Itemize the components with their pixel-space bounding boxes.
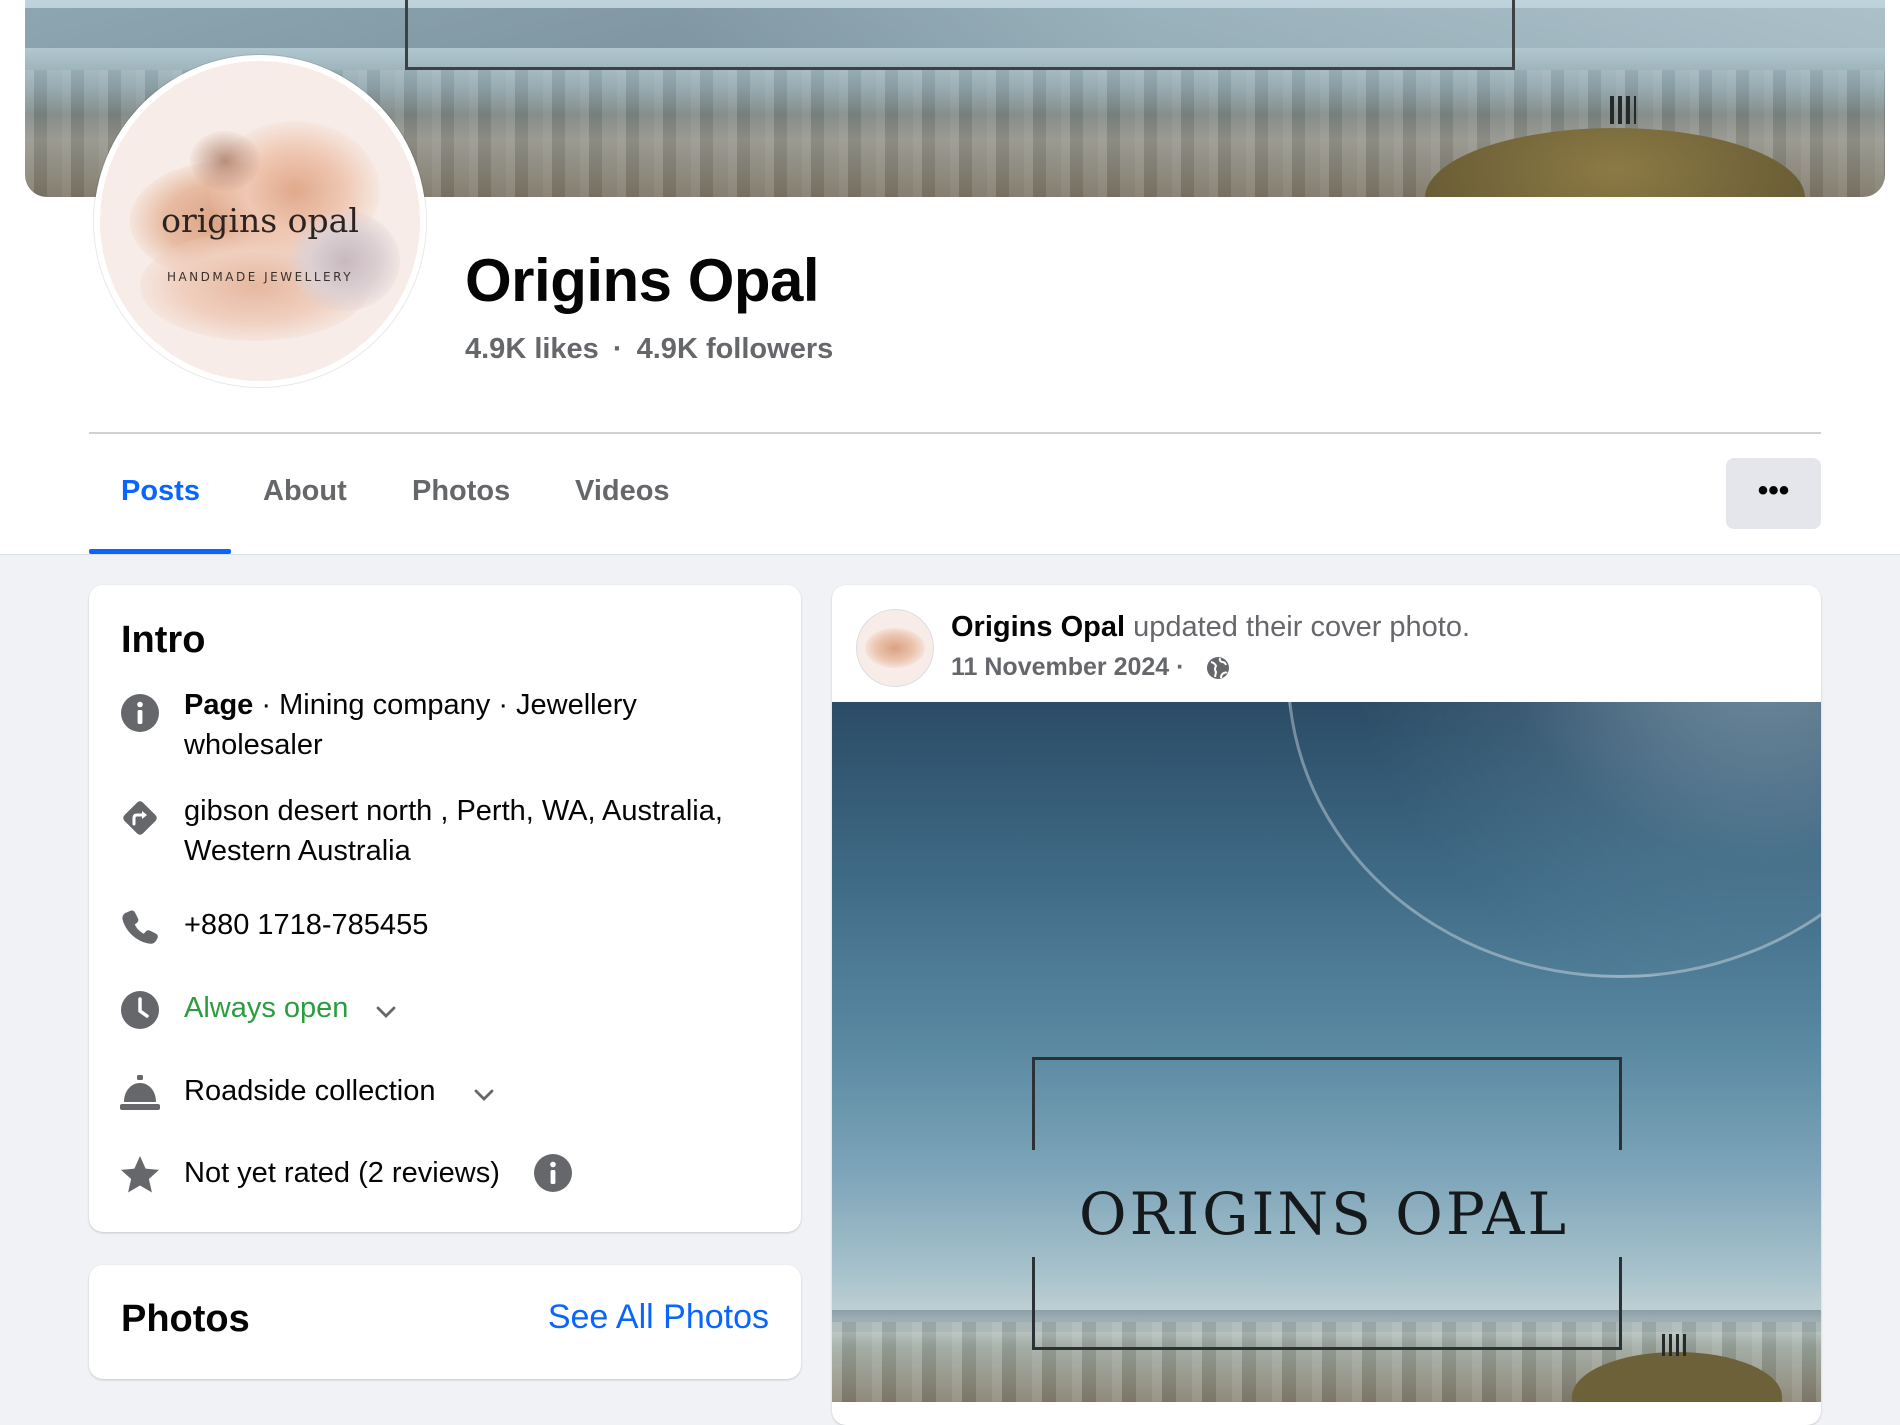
- image-people-silhouettes: [1662, 1334, 1686, 1356]
- intro-hours[interactable]: Always open: [184, 988, 348, 1028]
- directions-icon: [123, 801, 157, 835]
- star-icon: [121, 1156, 159, 1193]
- service-bell-icon: [120, 1075, 160, 1110]
- post-cover-image[interactable]: ORIGINS OPAL: [832, 702, 1821, 1402]
- chevron-down-icon[interactable]: [375, 1005, 397, 1019]
- intro-category: Page · Mining company · Jewellery wholes…: [184, 685, 637, 765]
- post-author-name[interactable]: Origins Opal: [951, 611, 1125, 643]
- rating-info-icon[interactable]: [532, 1152, 574, 1194]
- date-separator: ·: [1169, 653, 1185, 681]
- info-icon: [121, 694, 159, 732]
- image-frame-bottom: [1032, 1257, 1622, 1350]
- followers-count[interactable]: 4.9K followers: [637, 333, 834, 365]
- intro-address[interactable]: gibson desert north , Perth, WA, Austral…: [184, 791, 723, 871]
- header-divider: [89, 432, 1821, 434]
- category-types: · Mining company · Jewellery: [253, 689, 637, 721]
- more-options-button[interactable]: •••: [1726, 458, 1821, 529]
- category-line2: wholesaler: [184, 729, 323, 761]
- address-line2: Western Australia: [184, 835, 411, 867]
- cover-people-silhouettes: [1610, 96, 1636, 124]
- avatar-brand-text: origins opal: [161, 201, 359, 240]
- phone-icon: [122, 910, 158, 944]
- stats-separator: ·: [612, 333, 623, 365]
- active-tab-indicator: [89, 549, 231, 554]
- chevron-down-icon[interactable]: [473, 1088, 495, 1102]
- post-card: Origins Opal updated their cover photo. …: [832, 585, 1821, 1425]
- post-author-avatar[interactable]: [856, 609, 934, 687]
- avatar-mini-text-line: [857, 640, 933, 642]
- intro-phone[interactable]: +880 1718-785455: [184, 905, 428, 945]
- intro-title: Intro: [121, 619, 206, 661]
- intro-card: Intro Page · Mining company · Jewellery …: [89, 585, 801, 1232]
- tab-videos[interactable]: Videos: [575, 475, 670, 508]
- photos-title: Photos: [121, 1298, 250, 1340]
- photos-card: Photos See All Photos: [89, 1265, 801, 1379]
- avatar-logo: origins opal HANDMADE JEWELLERY: [100, 61, 420, 381]
- post-date: 11 November 2024: [951, 653, 1170, 681]
- post-action-text: updated their cover photo.: [1125, 611, 1471, 643]
- address-line1: gibson desert north , Perth, WA, Austral…: [184, 795, 723, 827]
- image-brand-text: ORIGINS OPAL: [1079, 1180, 1569, 1248]
- cover-frame-graphic: [405, 0, 1515, 70]
- page-header: origins opal HANDMADE JEWELLERY Origins …: [0, 0, 1900, 555]
- globe-icon: [1207, 657, 1229, 679]
- page-stats: 4.9K likes · 4.9K followers: [465, 333, 833, 366]
- page-title: Origins Opal: [465, 247, 820, 314]
- see-all-photos-link[interactable]: See All Photos: [548, 1298, 769, 1337]
- clock-icon: [121, 991, 159, 1029]
- tab-about[interactable]: About: [263, 475, 347, 508]
- post-timestamp[interactable]: 11 November 2024 ·: [951, 653, 1184, 682]
- tab-photos[interactable]: Photos: [412, 475, 510, 508]
- intro-service: Roadside collection: [184, 1075, 436, 1107]
- likes-count[interactable]: 4.9K likes: [465, 333, 599, 365]
- avatar-tagline: HANDMADE JEWELLERY: [166, 270, 354, 284]
- category-page-label: Page: [184, 689, 254, 721]
- image-frame-top: [1032, 1057, 1622, 1150]
- profile-avatar[interactable]: origins opal HANDMADE JEWELLERY: [94, 55, 426, 387]
- tab-posts[interactable]: Posts: [121, 475, 200, 508]
- intro-rating[interactable]: Not yet rated (2 reviews): [184, 1153, 500, 1193]
- image-halo: [1287, 702, 1821, 978]
- post-header: Origins Opal updated their cover photo.: [951, 611, 1470, 644]
